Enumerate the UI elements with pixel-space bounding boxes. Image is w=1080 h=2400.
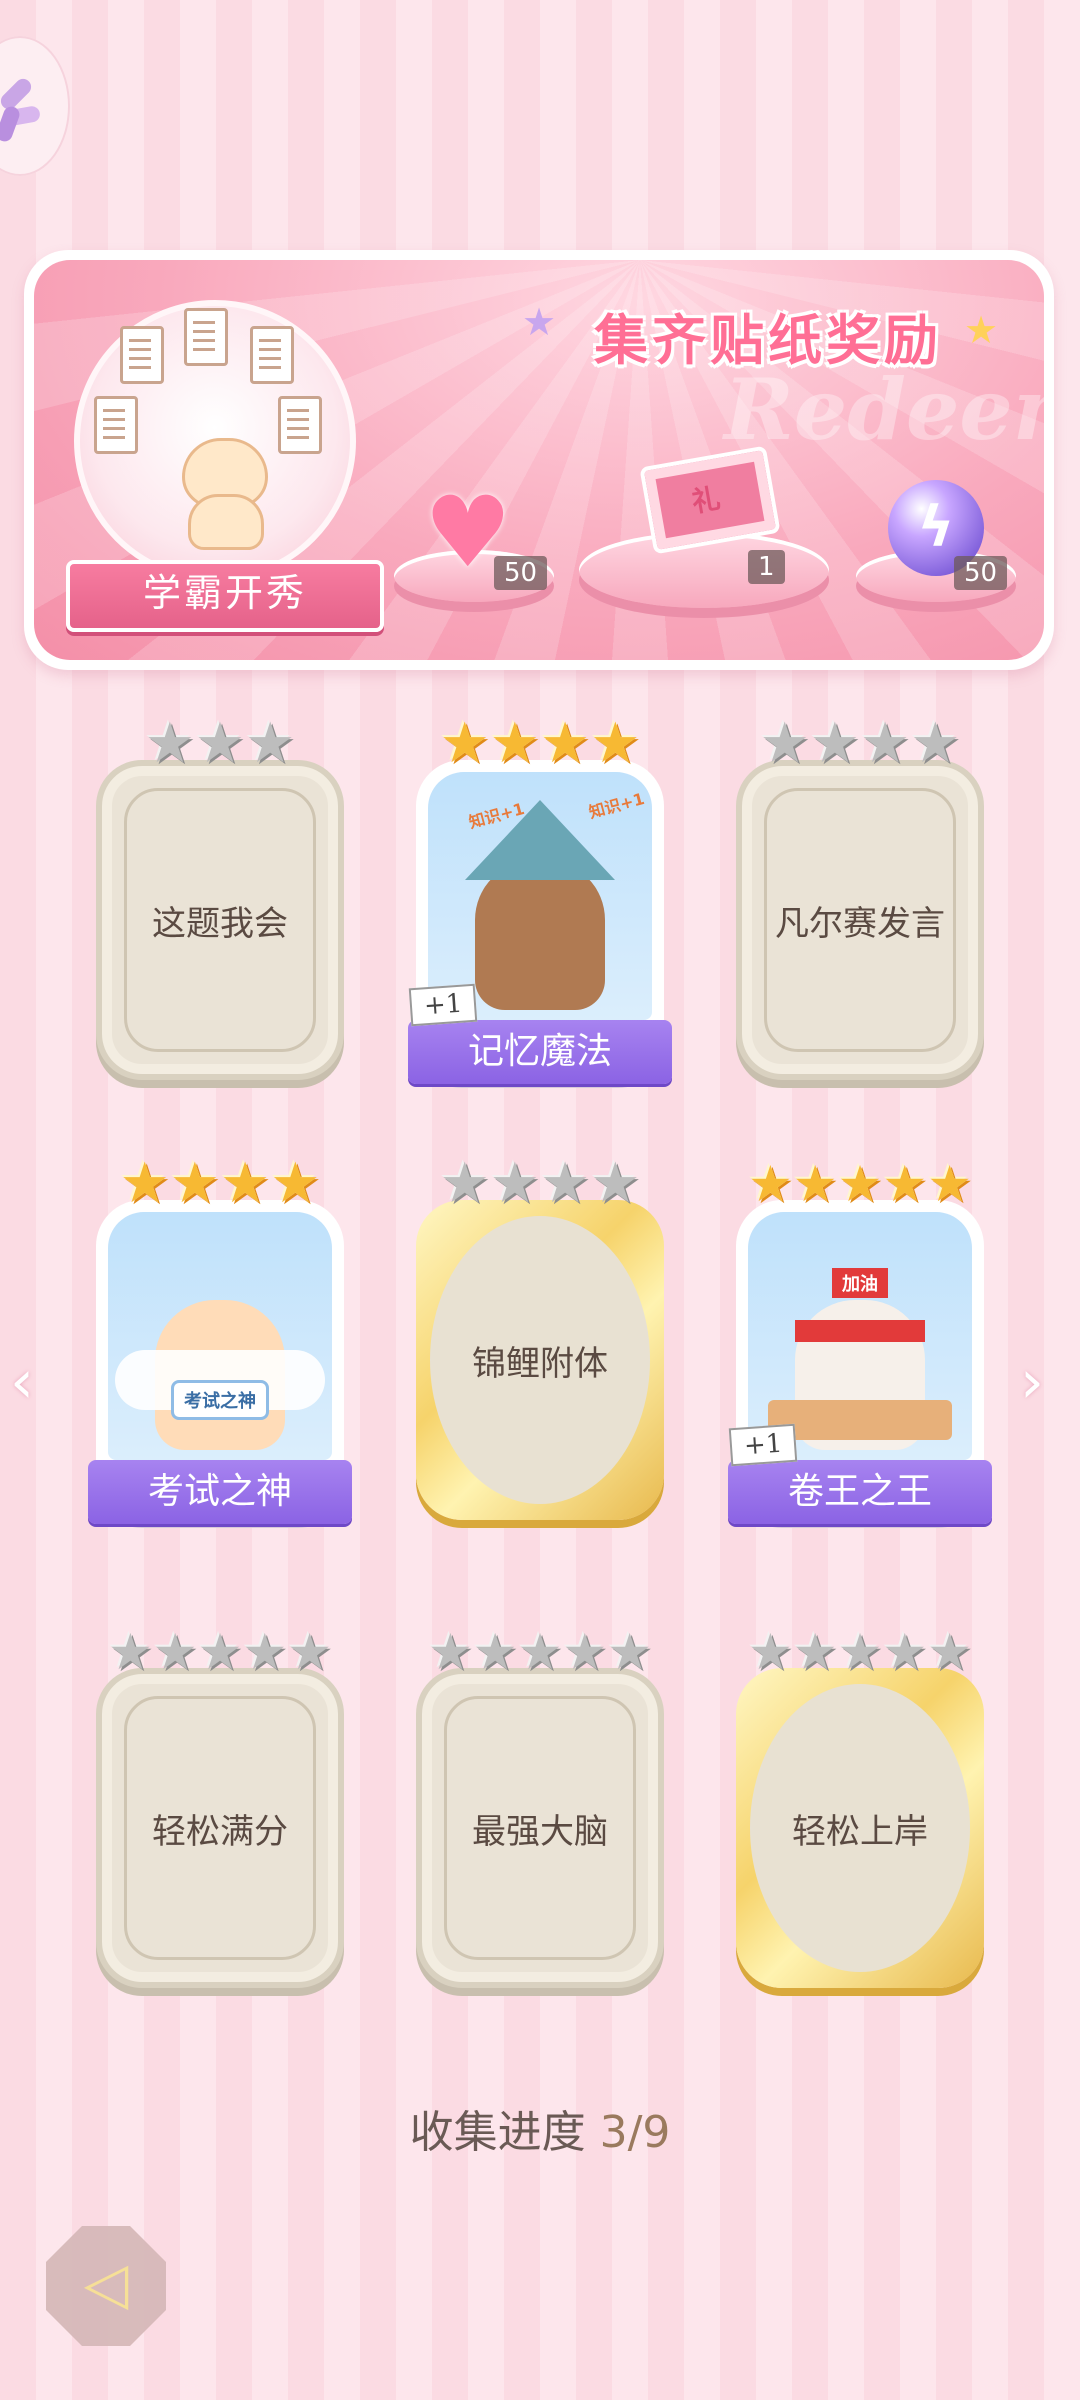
sticker-art: 考试之神	[108, 1212, 332, 1460]
sticker-name: 这题我会	[152, 904, 288, 944]
sticker-name: 锦鲤附体	[472, 1344, 608, 1384]
back-arrow-icon: ◁	[83, 2249, 129, 2317]
sticker-name: 考试之神	[88, 1460, 352, 1524]
star-icon: ★★★★★	[427, 1623, 653, 1681]
sticker-name: 最强大脑	[472, 1812, 608, 1852]
star-rating: ★★★★★	[736, 1624, 984, 1684]
progress-value: 3/9	[599, 2107, 671, 2158]
sticker-card[interactable]: 加油 ★★★★★ 卷王之王 +1	[728, 1156, 992, 1524]
sticker-card[interactable]: ★★★★★ 轻松满分	[96, 1624, 344, 1988]
angel-cat-icon	[115, 1300, 325, 1450]
sticker-name: 轻松上岸	[792, 1812, 928, 1852]
sticker-art: 知识+1 知识+1	[428, 772, 652, 1020]
star-icon: ★★★★★	[747, 1623, 973, 1681]
star-rating: ★★★★	[416, 1156, 664, 1216]
banner-title-area: 集齐贴纸奖励	[554, 288, 1014, 378]
sticker-card[interactable]: 知识+1 知识+1 ★★★★ 记忆魔法 +1	[408, 716, 672, 1084]
star-decoration-icon: ★	[522, 300, 557, 344]
star-icon: ★★★	[144, 711, 296, 776]
paper-icon	[184, 308, 228, 366]
sticker-art: 加油	[748, 1212, 972, 1460]
banner-title: 集齐贴纸奖励	[594, 309, 942, 372]
star-icon: ★★★★★	[107, 1623, 333, 1681]
sign-text: 考试之神	[171, 1380, 269, 1420]
reward-banner[interactable]: Redeem ★ ★ 集齐贴纸奖励 学霸开秀 ♥ ϟ 50 1 50	[24, 250, 1054, 670]
sticker-name: 卷王之王	[728, 1460, 992, 1524]
cat-mascot-body	[188, 494, 264, 550]
reward-count: 50	[494, 556, 548, 590]
next-page-arrow-icon[interactable]: ›	[1020, 1352, 1044, 1412]
album-avatar	[74, 300, 356, 582]
sticker-name: 记忆魔法	[408, 1020, 672, 1084]
progress-label: 收集进度	[409, 2107, 586, 2158]
reward-count: 50	[954, 556, 1008, 590]
prev-page-arrow-icon[interactable]: ‹	[10, 1352, 34, 1412]
star-rating: ★★★★	[96, 1156, 344, 1216]
art-text: 知识+1	[586, 788, 647, 822]
sticker-card[interactable]: ★★★★ 凡尔赛发言	[736, 716, 984, 1080]
reward-count: 1	[748, 550, 785, 584]
collection-progress: 收集进度 3/9	[0, 2096, 1080, 2160]
sticker-card[interactable]: 考试之神 ★★★★ 考试之神	[88, 1156, 352, 1524]
star-icon: ★★★★★	[747, 1155, 973, 1213]
paper-icon	[120, 326, 164, 384]
menu-button[interactable]	[0, 36, 70, 176]
star-rating: ★★★★★	[96, 1624, 344, 1684]
sticker-card[interactable]: ★★★★ 锦鲤附体	[416, 1156, 664, 1520]
back-button[interactable]: ◁	[46, 2226, 166, 2346]
star-icon: ★★★★	[439, 1151, 641, 1216]
star-icon: ★★★★	[439, 711, 641, 776]
album-name-ribbon: 学霸开秀	[66, 560, 384, 632]
sticker-card[interactable]: ★★★★★ 最强大脑	[416, 1624, 664, 1988]
star-icon: ★★★★	[119, 1151, 321, 1216]
sticker-card[interactable]: ★★★ 这题我会	[96, 716, 344, 1080]
wizard-otter-icon	[475, 860, 605, 1010]
duplicate-count-tag: +1	[728, 1423, 798, 1467]
star-rating: ★★★★★	[416, 1624, 664, 1684]
star-rating: ★★★	[96, 716, 344, 776]
banner-background: Redeem ★ ★ 集齐贴纸奖励 学霸开秀 ♥ ϟ 50 1 50	[34, 260, 1044, 660]
sticker-name: 轻松满分	[152, 1812, 288, 1852]
sticker-name: 凡尔赛发言	[775, 904, 945, 944]
sticker-card[interactable]: ★★★★★ 轻松上岸	[736, 1624, 984, 1988]
duplicate-count-tag: +1	[408, 983, 478, 1027]
paper-icon	[278, 396, 322, 454]
star-rating: ★★★★	[736, 716, 984, 776]
star-rating: ★★★★★	[736, 1156, 984, 1216]
star-icon: ★★★★	[759, 711, 961, 776]
star-rating: ★★★★	[416, 716, 664, 776]
headband-text: 加油	[832, 1268, 888, 1298]
paper-icon	[250, 326, 294, 384]
paper-icon	[94, 396, 138, 454]
